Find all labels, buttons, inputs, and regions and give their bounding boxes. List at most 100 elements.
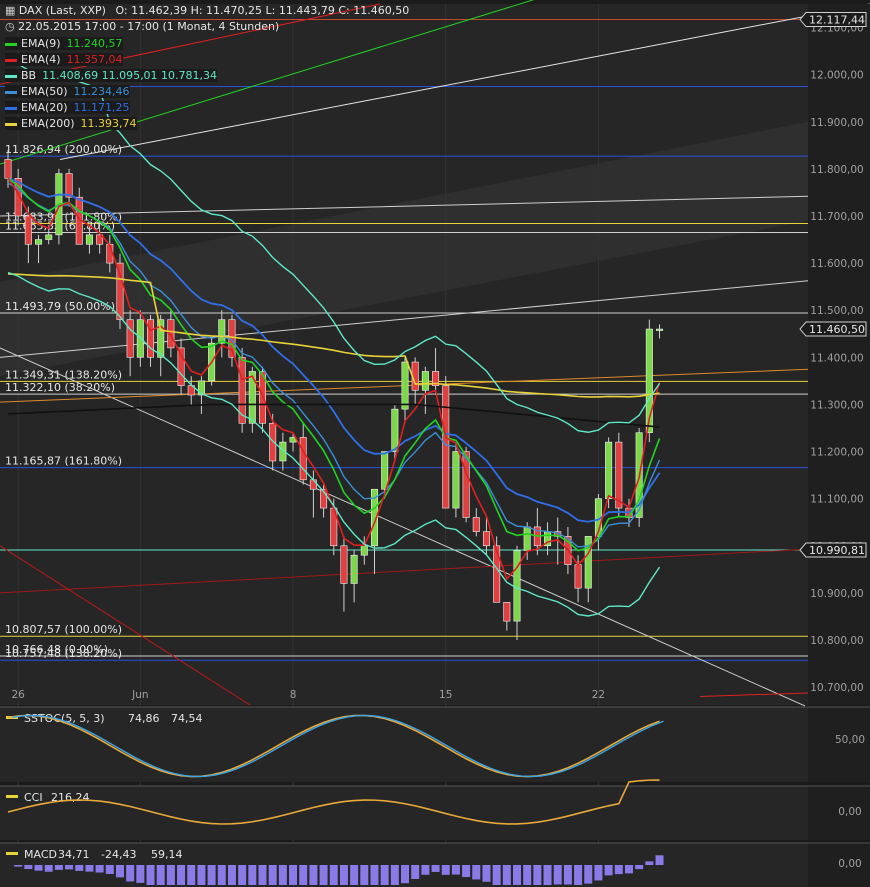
macd-bar	[441, 865, 450, 875]
macd-bar	[207, 865, 216, 885]
panel-label: CCI	[24, 791, 43, 804]
macd-bar	[411, 865, 420, 880]
y-tick-label: 11.200,00	[810, 447, 863, 459]
macd-bar	[44, 865, 53, 872]
candle-body[interactable]	[35, 239, 43, 245]
candle-body[interactable]	[391, 408, 399, 452]
legend-label: EMA(50)	[21, 85, 68, 98]
legend-label: EMA(200)	[21, 117, 75, 130]
macd-bar	[268, 865, 277, 885]
y-tick-label: 12.000,00	[810, 70, 863, 82]
macd-bar	[258, 865, 267, 885]
macd-bar	[472, 865, 481, 880]
candle-body[interactable]	[493, 545, 501, 603]
candle-body[interactable]	[442, 385, 450, 509]
macd-bar	[401, 865, 410, 884]
candle-body[interactable]	[615, 441, 623, 509]
header-ohlc-row: ▦ DAX (Last, XXP) O: 11.462,39 H: 11.470…	[5, 4, 409, 17]
candle-body[interactable]	[45, 234, 53, 240]
macd-bar	[533, 865, 542, 885]
candle-body[interactable]	[452, 451, 460, 509]
candle-body[interactable]	[421, 371, 429, 391]
x-tick-label: 22	[592, 689, 605, 701]
level-label: 10.807,57 (100.00%)	[5, 623, 122, 636]
macd-bar	[390, 865, 399, 885]
macd-bar	[584, 865, 593, 884]
y-tick-label: 11.600,00	[810, 258, 863, 270]
macd-bar	[289, 865, 298, 885]
candle-body[interactable]	[482, 531, 490, 547]
legend-item[interactable]: EMA(9) 11.240,57	[5, 37, 123, 50]
candle-body[interactable]	[116, 262, 124, 320]
macd-bar	[146, 865, 155, 885]
candle-body[interactable]	[503, 601, 511, 622]
macd-bar	[614, 865, 623, 875]
panel-value: 74,86	[128, 712, 160, 725]
candle-body[interactable]	[126, 319, 134, 358]
macd-bar	[502, 865, 511, 885]
legend-value: 11.357,04	[66, 53, 123, 66]
candle-body[interactable]	[360, 545, 368, 556]
macd-bar	[482, 865, 491, 882]
price-chart[interactable]: 11.826,94 (200.00%)11.683,93 (161.80%)11…	[0, 0, 870, 887]
legend-swatch	[5, 58, 17, 62]
candle-body[interactable]	[656, 328, 664, 331]
legend-value: 11.240,57	[66, 37, 123, 50]
legend-item[interactable]: EMA(4) 11.357,04	[5, 53, 123, 66]
ohlc-values: O: 11.462,39 H: 11.470,25 L: 11.443,79 C…	[115, 4, 410, 17]
level-label: 11.349,31 (138.20%)	[5, 368, 122, 381]
candle-body[interactable]	[24, 215, 32, 245]
macd-bar	[360, 865, 369, 885]
legend-item[interactable]: BB 11.408,69 11.095,01 10.781,34	[5, 69, 218, 82]
legend-item[interactable]: EMA(50) 11.234,46	[5, 85, 130, 98]
macd-bar	[248, 865, 257, 885]
candle-body[interactable]	[472, 517, 480, 532]
candle-body[interactable]	[381, 451, 389, 490]
candle-body[interactable]	[309, 479, 317, 490]
macd-bar	[451, 865, 460, 875]
macd-bar	[187, 865, 196, 885]
macd-bar	[24, 865, 33, 870]
candle-body[interactable]	[513, 550, 521, 622]
macd-bar	[299, 865, 308, 885]
y-tick-label: 11.900,00	[810, 117, 863, 129]
macd-bar	[645, 861, 654, 865]
y-tick-label: 10.800,00	[810, 635, 863, 647]
candle-body[interactable]	[218, 319, 226, 344]
candle-body[interactable]	[401, 361, 409, 410]
chart-root: 11.826,94 (200.00%) 11.683,93 (161.80%) 11…	[0, 0, 870, 887]
macd-bar	[350, 865, 359, 885]
legend-swatch	[5, 90, 17, 94]
macd-bar	[523, 865, 532, 885]
y-tick-label: 11.100,00	[810, 494, 863, 506]
panel-tick: 0,00	[838, 806, 861, 818]
candle-body[interactable]	[85, 234, 93, 245]
macd-bar	[166, 865, 175, 885]
candle-body[interactable]	[350, 554, 358, 584]
macd-bar	[54, 865, 63, 870]
panel-tick: 0,00	[838, 858, 861, 870]
candle-body[interactable]	[65, 173, 73, 198]
x-tick-label: 8	[290, 689, 297, 701]
candle-body[interactable]	[605, 441, 613, 499]
candle-body[interactable]	[299, 437, 307, 481]
legend-item[interactable]: EMA(20) 11.171,25	[5, 101, 130, 114]
legend-label: EMA(20)	[21, 101, 68, 114]
macd-bar	[136, 865, 145, 883]
macd-bar	[604, 865, 613, 876]
price-tag-label: 12.117,44	[809, 14, 865, 27]
candle-body[interactable]	[523, 526, 531, 551]
macd-bar	[227, 865, 236, 885]
candle-body[interactable]	[574, 564, 582, 589]
macd-bar	[594, 865, 603, 881]
candle-body[interactable]	[4, 159, 12, 179]
panel-legend-swatch	[6, 852, 18, 855]
macd-bar	[370, 865, 379, 885]
candle-body[interactable]	[340, 545, 348, 584]
macd-bar	[513, 865, 521, 885]
legend-swatch	[5, 106, 17, 110]
x-tick-label: 15	[439, 689, 452, 701]
legend-item[interactable]: EMA(200) 11.393,74	[5, 117, 137, 130]
panel-value: 59,14	[151, 848, 183, 861]
macd-bar	[309, 865, 318, 885]
